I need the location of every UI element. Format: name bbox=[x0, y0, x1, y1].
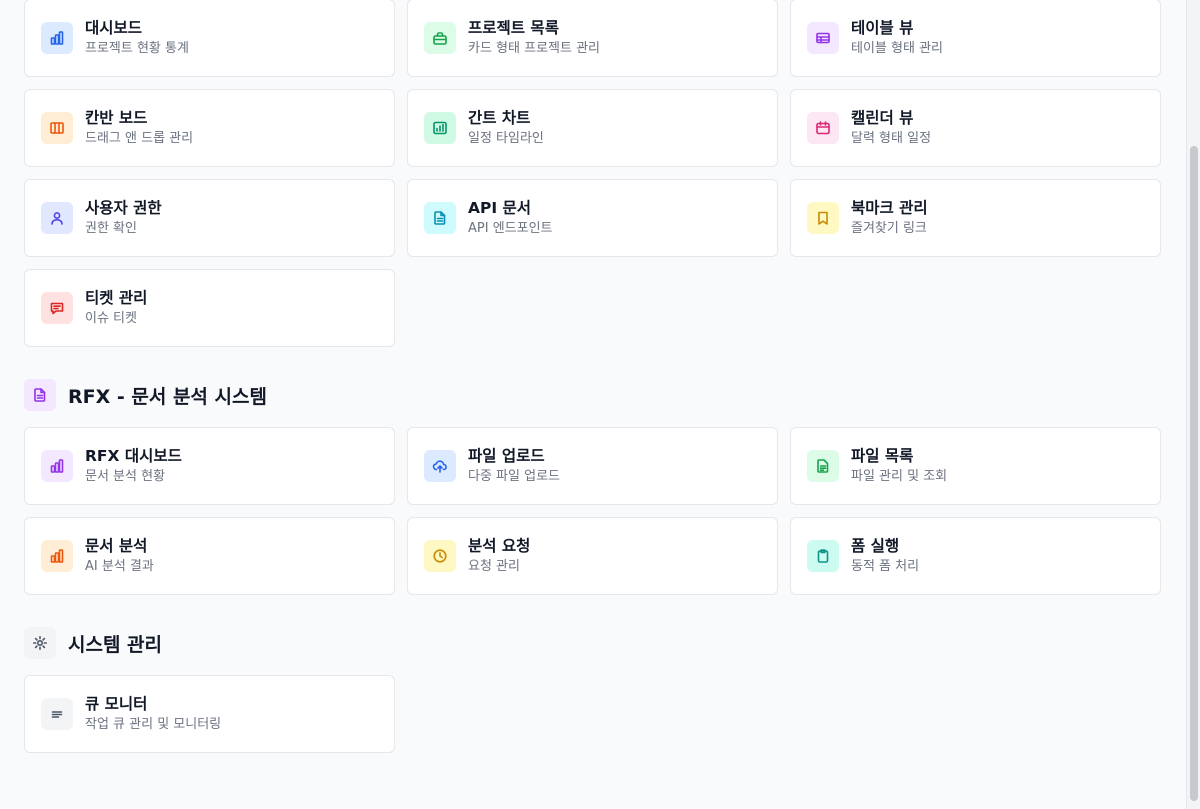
card-text: 분석 요청요청 관리 bbox=[468, 536, 530, 576]
card-title: 테이블 뷰 bbox=[851, 19, 914, 37]
card-title: 분석 요청 bbox=[468, 537, 531, 555]
bookmark-icon bbox=[807, 202, 839, 234]
card-subtitle: 이슈 티켓 bbox=[85, 311, 137, 326]
card-subtitle: 테이블 형태 관리 bbox=[851, 41, 943, 56]
card-subtitle: 권한 확인 bbox=[85, 221, 137, 236]
card-subtitle: API 엔드포인트 bbox=[468, 221, 553, 236]
cloud-upload-icon bbox=[424, 450, 456, 482]
gantt-chart-icon bbox=[424, 112, 456, 144]
card-analysis-request[interactable]: 분석 요청요청 관리 bbox=[407, 517, 778, 595]
card-gantt-chart[interactable]: 간트 차트일정 타임라인 bbox=[407, 89, 778, 167]
card-text: 폼 실행동적 폼 처리 bbox=[851, 536, 919, 576]
card-text: 간트 차트일정 타임라인 bbox=[468, 108, 544, 148]
kanban-icon bbox=[41, 112, 73, 144]
card-subtitle: 동적 폼 처리 bbox=[851, 559, 920, 574]
card-subtitle: 파일 관리 및 조회 bbox=[851, 469, 948, 484]
card-subtitle: 프로젝트 현황 통계 bbox=[85, 41, 189, 56]
card-subtitle: 카드 형태 프로젝트 관리 bbox=[468, 41, 600, 56]
card-calendar-view[interactable]: 캘린더 뷰달력 형태 일정 bbox=[790, 89, 1161, 167]
card-text: 테이블 뷰테이블 형태 관리 bbox=[851, 18, 943, 58]
card-title: RFX 대시보드 bbox=[85, 447, 182, 465]
card-table-view[interactable]: 테이블 뷰테이블 형태 관리 bbox=[790, 0, 1161, 77]
card-subtitle: 작업 큐 관리 및 모니터링 bbox=[85, 717, 222, 732]
card-dashboard[interactable]: 대시보드프로젝트 현황 통계 bbox=[24, 0, 395, 77]
card-ticket-management[interactable]: 티켓 관리이슈 티켓 bbox=[24, 269, 395, 347]
card-text: 캘린더 뷰달력 형태 일정 bbox=[851, 108, 931, 148]
card-project-list[interactable]: 프로젝트 목록카드 형태 프로젝트 관리 bbox=[407, 0, 778, 77]
card-file-list[interactable]: 파일 목록파일 관리 및 조회 bbox=[790, 427, 1161, 505]
card-subtitle: AI 분석 결과 bbox=[85, 559, 154, 574]
card-document-analysis[interactable]: 문서 분석 AI 분석 결과 bbox=[24, 517, 395, 595]
card-queue-monitor[interactable]: 큐 모니터작업 큐 관리 및 모니터링 bbox=[24, 675, 395, 753]
card-title: 캘린더 뷰 bbox=[851, 109, 914, 127]
scrollbar-thumb[interactable] bbox=[1190, 146, 1198, 801]
card-subtitle: 달력 형태 일정 bbox=[851, 131, 932, 146]
card-subtitle: 문서 분석 현황 bbox=[85, 469, 166, 484]
card-text: 문서 분석 AI 분석 결과 bbox=[85, 536, 154, 576]
message-icon bbox=[41, 292, 73, 324]
card-subtitle: 다중 파일 업로드 bbox=[468, 469, 560, 484]
card-title: 북마크 관리 bbox=[851, 199, 928, 217]
card-text: 파일 업로드다중 파일 업로드 bbox=[468, 446, 560, 486]
bar-chart-icon bbox=[41, 540, 73, 572]
section-title: 시스템 관리 bbox=[68, 633, 163, 656]
card-title: 사용자 권한 bbox=[85, 199, 162, 217]
card-title: 큐 모니터 bbox=[85, 695, 148, 713]
card-grid-projects: 대시보드프로젝트 현황 통계 프로젝트 목록카드 형태 프로젝트 관리 테이블 … bbox=[24, 0, 1161, 347]
card-rfx-dashboard[interactable]: RFX 대시보드문서 분석 현황 bbox=[24, 427, 395, 505]
card-grid-rfx: RFX 대시보드 문서 분석 현황 파일 업로드 다중 파일 업로드 파일 목록 파일… bbox=[24, 427, 1161, 595]
queue-icon bbox=[41, 698, 73, 730]
card-title: 간트 차트 bbox=[468, 109, 531, 127]
card-text: 큐 모니터작업 큐 관리 및 모니터링 bbox=[85, 694, 221, 734]
document-icon bbox=[24, 379, 56, 411]
card-api-docs[interactable]: API 문서 API 엔드포인트 bbox=[407, 179, 778, 257]
section-header-rfx: RFX - 문서 분석 시스템 bbox=[24, 379, 267, 411]
card-text: API 문서 API 엔드포인트 bbox=[468, 198, 553, 238]
card-text: 대시보드프로젝트 현황 통계 bbox=[85, 18, 189, 58]
file-list-icon bbox=[807, 450, 839, 482]
card-title: 프로젝트 목록 bbox=[468, 19, 559, 37]
card-file-upload[interactable]: 파일 업로드다중 파일 업로드 bbox=[407, 427, 778, 505]
card-title: API 문서 bbox=[468, 199, 532, 217]
briefcase-icon bbox=[424, 22, 456, 54]
card-subtitle: 드래그 앤 드롭 관리 bbox=[85, 131, 194, 146]
card-text: RFX 대시보드문서 분석 현황 bbox=[85, 446, 182, 486]
user-icon bbox=[41, 202, 73, 234]
card-title: 파일 목록 bbox=[851, 447, 914, 465]
table-icon bbox=[807, 22, 839, 54]
clipboard-icon bbox=[807, 540, 839, 572]
card-text: 프로젝트 목록카드 형태 프로젝트 관리 bbox=[468, 18, 600, 58]
bar-chart-icon bbox=[41, 22, 73, 54]
card-title: 문서 분석 bbox=[85, 537, 148, 555]
card-text: 북마크 관리즐겨찾기 링크 bbox=[851, 198, 928, 238]
card-text: 사용자 권한권한 확인 bbox=[85, 198, 162, 238]
card-bookmark-management[interactable]: 북마크 관리즐겨찾기 링크 bbox=[790, 179, 1161, 257]
card-user-permissions[interactable]: 사용자 권한권한 확인 bbox=[24, 179, 395, 257]
clock-icon bbox=[424, 540, 456, 572]
card-title: 티켓 관리 bbox=[85, 289, 148, 307]
card-grid-system: 큐 모니터작업 큐 관리 및 모니터링 bbox=[24, 675, 1161, 753]
card-kanban-board[interactable]: 칸반 보드드래그 앤 드롭 관리 bbox=[24, 89, 395, 167]
card-text: 티켓 관리이슈 티켓 bbox=[85, 288, 147, 328]
card-title: 대시보드 bbox=[85, 19, 143, 37]
card-title: 파일 업로드 bbox=[468, 447, 545, 465]
card-form-execution[interactable]: 폼 실행동적 폼 처리 bbox=[790, 517, 1161, 595]
section-header-system: 시스템 관리 bbox=[24, 627, 162, 659]
card-text: 파일 목록파일 관리 및 조회 bbox=[851, 446, 947, 486]
card-text: 칸반 보드드래그 앤 드롭 관리 bbox=[85, 108, 193, 148]
document-icon bbox=[424, 202, 456, 234]
bar-chart-icon bbox=[41, 450, 73, 482]
gear-icon bbox=[24, 627, 56, 659]
card-title: 폼 실행 bbox=[851, 537, 900, 555]
card-subtitle: 요청 관리 bbox=[468, 559, 520, 574]
card-subtitle: 즐겨찾기 링크 bbox=[851, 221, 927, 236]
vertical-scrollbar[interactable] bbox=[1186, 0, 1200, 809]
card-title: 칸반 보드 bbox=[85, 109, 148, 127]
card-subtitle: 일정 타임라인 bbox=[468, 131, 544, 146]
section-title: RFX - 문서 분석 시스템 bbox=[68, 385, 267, 408]
calendar-icon bbox=[807, 112, 839, 144]
